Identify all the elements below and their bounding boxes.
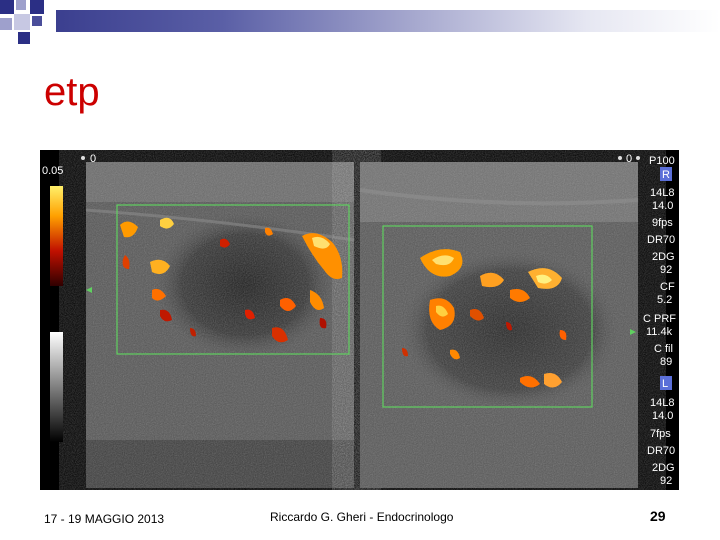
svg-text:92: 92	[660, 475, 672, 487]
svg-text:14L8: 14L8	[650, 187, 674, 199]
svg-text:DR70: DR70	[647, 234, 675, 246]
svg-text:R: R	[662, 169, 670, 181]
svg-text:14.0: 14.0	[652, 410, 673, 422]
svg-text:L: L	[662, 378, 668, 390]
svg-text:14.0: 14.0	[652, 200, 673, 212]
svg-text:7fps: 7fps	[650, 428, 671, 440]
color-scale-value: 0.05	[42, 165, 63, 177]
svg-text:CF: CF	[660, 281, 675, 293]
svg-text:92: 92	[660, 264, 672, 276]
svg-text:11.4k: 11.4k	[646, 326, 673, 338]
footer-date: 17 - 19 MAGGIO 2013	[44, 512, 165, 526]
right-parameter-panel: P100 R 14L8 14.0 9fps DR70 2DG 92 CF 5.2…	[643, 155, 676, 487]
svg-text:C PRF: C PRF	[643, 313, 676, 325]
svg-text:P100: P100	[649, 155, 675, 167]
page-number: 29	[650, 508, 666, 524]
color-scale-bar	[50, 186, 63, 286]
svg-text:2DG: 2DG	[652, 251, 675, 263]
right-ultrasound-pane	[359, 162, 639, 488]
slide-title: etp	[44, 70, 100, 114]
svg-text:2DG: 2DG	[652, 462, 675, 474]
footer-author: Riccardo G. Gheri - Endocrinologo	[270, 510, 454, 524]
depth-zero-left: 0	[90, 153, 96, 165]
svg-text:14L8: 14L8	[650, 397, 674, 409]
left-ultrasound-pane	[85, 162, 355, 488]
depth-zero-right: 0	[626, 153, 632, 165]
svg-text:89: 89	[660, 356, 672, 368]
ultrasound-image: 0.05 0 0 P100 R 14L8 14.0 9fps DR70 2DG …	[40, 150, 679, 490]
svg-text:DR70: DR70	[647, 445, 675, 457]
svg-text:9fps: 9fps	[652, 217, 673, 229]
grayscale-bar	[50, 332, 63, 442]
svg-text:5.2: 5.2	[657, 294, 672, 306]
svg-text:C fil: C fil	[654, 343, 673, 355]
title-bar-decoration	[56, 10, 720, 32]
